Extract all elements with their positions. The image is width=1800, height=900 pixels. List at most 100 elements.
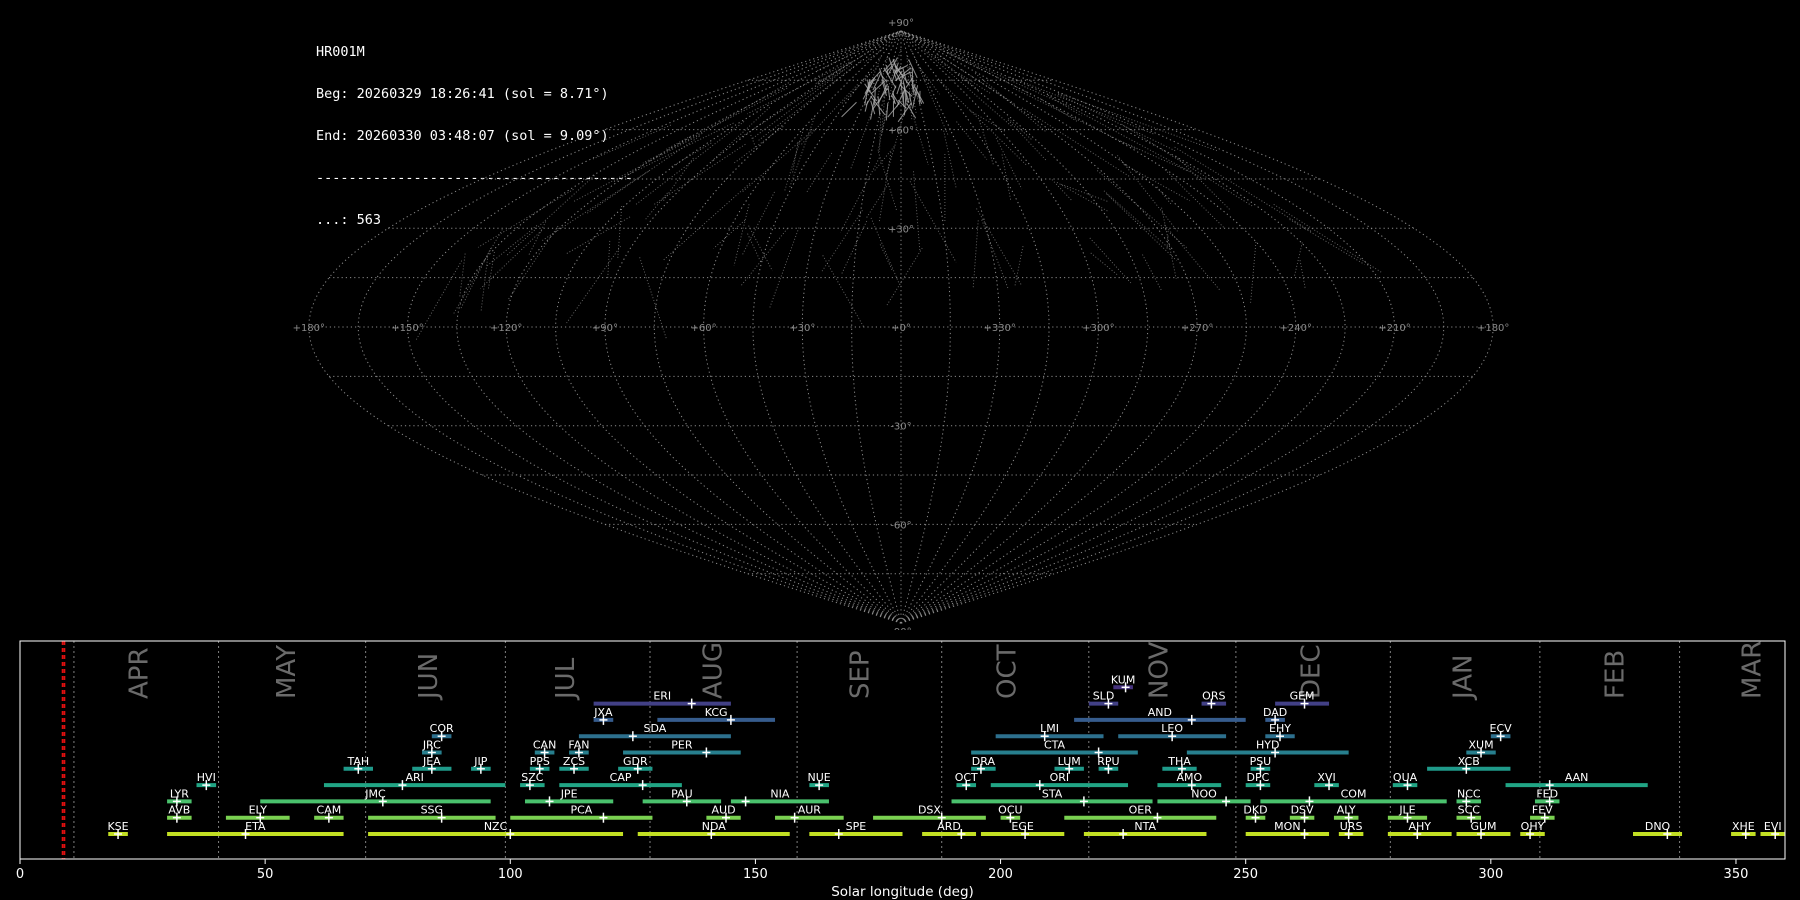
- meteor-trail: [1103, 190, 1171, 250]
- shower-code-label: LUM: [1058, 755, 1081, 768]
- meteor-trail: [741, 191, 775, 256]
- longitude-label: +0°: [891, 323, 911, 334]
- shower-cap: CAP: [559, 771, 682, 791]
- shower-code-label: ALY: [1337, 804, 1356, 817]
- shower-code-label: RPU: [1097, 755, 1119, 768]
- shower-code-label: AVB: [168, 804, 190, 817]
- meteor-trail: [480, 230, 542, 289]
- meteor-trail: [748, 225, 773, 272]
- shower-spe: SPE: [809, 820, 903, 839]
- meteor-trail: [617, 205, 623, 260]
- meteor-trail: [1051, 179, 1072, 201]
- shower-code-label: JEA: [422, 755, 441, 768]
- shower-ard: ARD: [922, 820, 977, 839]
- shower-code-label: DNO: [1645, 820, 1671, 833]
- shower-code-label: PCA: [570, 804, 592, 817]
- shower-code-label: FAN: [568, 739, 589, 752]
- meteor-trail: [459, 253, 466, 297]
- meteor-trail: [1164, 169, 1225, 229]
- meteor-trail: [639, 257, 667, 339]
- shower-ege: EGE: [980, 820, 1065, 839]
- meteor-trail: [1106, 193, 1177, 261]
- shower-xcb: XCB: [1427, 755, 1511, 774]
- meteor-trail: [1119, 140, 1190, 172]
- shower-aan: AAN: [1505, 771, 1648, 791]
- shower-code-label: CAN: [533, 739, 556, 752]
- shower-code-label: SDA: [644, 722, 667, 735]
- latitude-label: +60°: [888, 126, 914, 137]
- meteor-trail: [1164, 224, 1221, 291]
- month-label: JUL: [551, 657, 581, 701]
- longitude-label: +150°: [391, 323, 423, 334]
- meteor-trail: [879, 244, 893, 270]
- meteor-trail: [1123, 163, 1191, 202]
- meteor-trail: [711, 106, 771, 162]
- meteor-trail: [528, 221, 547, 256]
- meteor-trail: [506, 175, 595, 256]
- shower-gum: GUM: [1456, 820, 1511, 839]
- meteor-trail: [887, 85, 891, 101]
- shower-code-label: ZCS: [563, 755, 585, 768]
- meteor-trail: [941, 49, 1031, 95]
- shower-code-label: NTA: [1134, 820, 1156, 833]
- shower-code-label: GDR: [623, 755, 648, 768]
- shower-code-label: URS: [1340, 820, 1363, 833]
- x-tick-label: 100: [498, 867, 523, 882]
- meteor-trail: [881, 76, 888, 133]
- meteor-trail: [592, 124, 672, 160]
- shower-hvi: HVI: [196, 771, 217, 791]
- shower-code-label: JPE: [560, 787, 578, 800]
- shower-code-label: OHY: [1521, 820, 1545, 833]
- meteor-trail: [1001, 154, 1012, 202]
- shower-xvi: XVI: [1314, 771, 1339, 791]
- shower-code-label: OCT: [955, 771, 978, 784]
- shower-code-label: XUM: [1468, 739, 1493, 752]
- shower-zcs: ZCS: [559, 755, 589, 774]
- shower-code-label: KUM: [1111, 673, 1135, 686]
- longitude-label: +330°: [983, 323, 1015, 334]
- shower-dkd: DKD: [1243, 804, 1268, 823]
- meteor-trail: [460, 247, 492, 309]
- shower-sta: STA: [951, 787, 1153, 807]
- longitude-label: +90°: [592, 323, 618, 334]
- shower-code-label: LMI: [1040, 722, 1059, 735]
- shower-code-label: SCC: [1458, 804, 1481, 817]
- latitude-label: -30°: [890, 422, 911, 433]
- shower-code-label: EGE: [1011, 820, 1033, 833]
- shower-kse: KSE: [107, 820, 129, 839]
- shower-xhe: XHE: [1731, 820, 1756, 839]
- meteor-trail: [877, 151, 898, 211]
- shower-code-label: DAD: [1263, 706, 1287, 719]
- shower-nda: NDA: [637, 820, 790, 839]
- month-boundaries: [73, 641, 1681, 859]
- meteor-trail: [841, 101, 857, 118]
- longitude-label: +240°: [1280, 323, 1312, 334]
- shower-code-label: EHY: [1269, 722, 1291, 735]
- meteor-trail: [486, 225, 538, 267]
- meteor-trail: [909, 181, 957, 263]
- shower-noo: NOO: [1157, 787, 1251, 807]
- meteor-trail: [1174, 146, 1313, 233]
- shower-code-label: JLE: [1398, 804, 1415, 817]
- shower-code-label: HYD: [1256, 739, 1279, 752]
- shower-urs: URS: [1338, 820, 1364, 839]
- meteor-trail: [937, 54, 1015, 104]
- shower-jpe: JPE: [524, 787, 614, 807]
- shower-code-label: DKD: [1243, 804, 1267, 817]
- meteor-trail: [1013, 87, 1138, 150]
- shower-tah: TAH: [343, 755, 373, 774]
- shower-jip: JIP: [471, 755, 491, 774]
- x-tick-label: 300: [1478, 867, 1503, 882]
- meteor-trail: [865, 95, 873, 106]
- shower-code-label: SPE: [846, 820, 867, 833]
- longitude-label: +180°: [1477, 323, 1509, 334]
- shower-code-label: PPS: [530, 755, 550, 768]
- shower-code-label: PER: [671, 739, 693, 752]
- shower-ohy: OHY: [1520, 820, 1545, 839]
- meteor-trail: [976, 208, 1023, 287]
- x-tick-label: 0: [16, 867, 24, 882]
- shower-code-label: ARD: [937, 820, 961, 833]
- longitude-label: +120°: [490, 323, 522, 334]
- shower-dpc: DPC: [1245, 771, 1271, 791]
- shower-code-label: PSU: [1250, 755, 1272, 768]
